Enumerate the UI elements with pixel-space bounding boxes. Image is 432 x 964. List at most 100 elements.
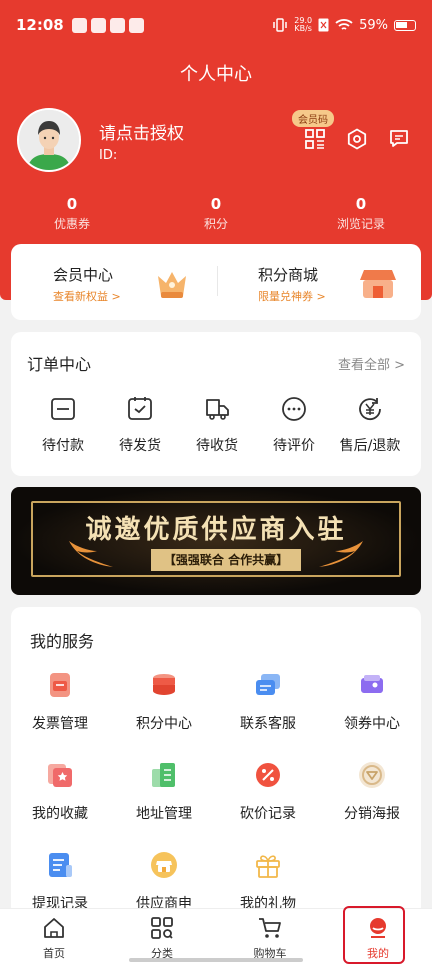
settings-icon[interactable] — [344, 126, 370, 152]
service-customer-support[interactable]: 联系客服 — [218, 671, 318, 733]
service-bargain-records[interactable]: 砍价记录 — [218, 761, 318, 823]
member-code-badge: 会员码 — [292, 110, 334, 127]
status-bar: 12:08 29.0 KB/s 59% — [0, 0, 432, 50]
member-center-entry[interactable]: 会员中心 查看新权益 > — [11, 244, 216, 320]
home-indicator[interactable] — [129, 958, 303, 962]
network-speed-unit: KB/s — [294, 24, 312, 33]
avatar[interactable] — [17, 108, 81, 172]
battery-icon — [394, 19, 416, 31]
coupon-icon — [358, 671, 386, 699]
order-center-title: 订单中心 — [27, 355, 92, 374]
tab-label: 首页 — [43, 947, 65, 960]
user-name-authorize[interactable]: 请点击授权 — [99, 119, 184, 144]
favorite-icon — [46, 761, 74, 789]
service-label: 分销海报 — [344, 806, 400, 822]
address-icon — [150, 761, 178, 789]
truck-icon — [206, 399, 229, 420]
service-icon — [254, 671, 282, 699]
member-qr-code-icon[interactable] — [302, 126, 328, 152]
crown-icon — [158, 272, 186, 298]
status-indicators: 29.0 KB/s 59% — [272, 17, 416, 33]
service-my-gifts[interactable]: 我的礼物 — [218, 851, 318, 913]
wallet-icon — [51, 398, 75, 420]
order-pending-receipt[interactable]: 待收货 — [182, 396, 252, 455]
service-points-center[interactable]: 积分中心 — [114, 671, 214, 733]
tab-cart[interactable]: 购物车 — [230, 917, 310, 961]
page-title: 个人中心 — [180, 64, 252, 85]
stat-value: 0 — [66, 195, 78, 213]
service-supplier-apply[interactable]: 供应商申 — [114, 851, 214, 913]
user-id: ID: — [99, 148, 118, 163]
stat-coupons[interactable]: 0 优惠券 — [32, 195, 112, 232]
tab-category[interactable]: 分类 — [122, 917, 202, 961]
coins-icon — [150, 671, 178, 699]
service-label: 我的收藏 — [32, 806, 88, 822]
order-pending-review[interactable]: 待评价 — [259, 396, 329, 455]
message-icon[interactable] — [386, 126, 412, 152]
order-center-card: 订单中心 查看全部 > 待付款 待发货 待收货 待评价 售后/退款 — [11, 332, 421, 476]
order-after-sales[interactable]: 售后/退款 — [335, 396, 405, 455]
shop-icon — [360, 270, 396, 298]
points-mall-title: 积分商城 — [258, 266, 319, 284]
battery-percent: 59% — [359, 17, 388, 33]
member-center-subtitle: 查看新权益 > — [53, 290, 121, 303]
bargain-icon — [254, 761, 282, 789]
category-icon — [151, 917, 173, 939]
app-notification-icon — [71, 17, 87, 33]
stat-label: 浏览记录 — [336, 217, 385, 231]
poster-icon — [358, 761, 386, 789]
service-label: 领券中心 — [344, 716, 400, 732]
order-see-all-link[interactable]: 查看全部 > — [338, 354, 405, 373]
member-center-title: 会员中心 — [53, 266, 114, 284]
network-speed: 29.0 KB/s — [294, 17, 312, 33]
vibrate-icon — [273, 18, 288, 32]
service-distribution-poster[interactable]: 分销海报 — [322, 761, 422, 823]
points-mall-subtitle: 限量兑神券 > — [258, 290, 326, 303]
service-invoice-management[interactable]: 发票管理 — [10, 671, 110, 733]
service-address-management[interactable]: 地址管理 — [114, 761, 214, 823]
stat-points[interactable]: 0 积分 — [176, 195, 256, 232]
stat-value: 0 — [355, 195, 367, 213]
points-mall-entry[interactable]: 积分商城 限量兑神券 > — [216, 244, 421, 320]
service-label: 发票管理 — [32, 716, 88, 732]
supplier-icon — [150, 851, 178, 879]
app-notification-icon — [90, 17, 106, 33]
withdraw-icon — [46, 851, 74, 879]
services-title: 我的服务 — [30, 632, 95, 651]
order-pending-shipment[interactable]: 待发货 — [105, 396, 175, 455]
my-services-card: 我的服务 发票管理 积分中心 联系客服 领券中心 我的收藏 地址管理 砍价记录 … — [11, 607, 421, 917]
supplier-recruit-banner[interactable]: 诚邀优质供应商入驻 【强强联合 合作共赢】 — [11, 487, 421, 595]
invoice-icon — [46, 671, 74, 699]
banner-title: 诚邀优质供应商入驻 — [85, 515, 347, 545]
order-item-label: 待付款 — [42, 438, 84, 454]
order-pending-payment[interactable]: 待付款 — [28, 396, 98, 455]
banner-subtitle: 【强强联合 合作共赢】 — [151, 549, 301, 571]
order-item-label: 待评价 — [273, 438, 315, 454]
app-notification-icon — [109, 17, 125, 33]
stat-browse-history[interactable]: 0 浏览记录 — [321, 195, 401, 232]
order-item-label: 售后/退款 — [339, 438, 401, 454]
refund-icon — [359, 398, 381, 421]
tab-home[interactable]: 首页 — [14, 917, 94, 961]
service-coupon-center[interactable]: 领券中心 — [322, 671, 422, 733]
stat-label: 积分 — [203, 217, 228, 231]
order-item-label: 待发货 — [119, 438, 161, 454]
cart-icon — [259, 918, 281, 938]
service-withdraw-records[interactable]: 提现记录 — [10, 851, 110, 913]
box-icon — [128, 397, 152, 420]
active-tab-highlight — [343, 906, 405, 964]
home-icon — [44, 918, 64, 938]
member-card: 会员中心 查看新权益 > 积分商城 限量兑神券 > — [11, 244, 421, 320]
service-label: 联系客服 — [240, 716, 296, 732]
stat-value: 0 — [210, 195, 222, 213]
app-notification-icon — [128, 17, 144, 33]
service-label: 砍价记录 — [240, 806, 296, 822]
service-label: 地址管理 — [136, 806, 192, 822]
gift-icon — [254, 851, 282, 879]
wifi-icon — [335, 19, 353, 30]
service-my-favorites[interactable]: 我的收藏 — [10, 761, 110, 823]
stat-label: 优惠券 — [53, 217, 90, 231]
status-app-icons — [71, 17, 144, 33]
service-label: 积分中心 — [136, 716, 192, 732]
avatar-figure-icon — [19, 110, 79, 170]
